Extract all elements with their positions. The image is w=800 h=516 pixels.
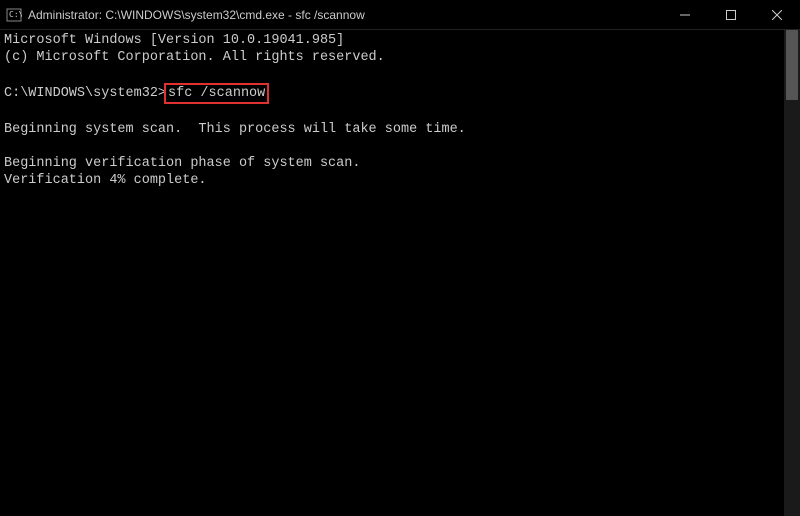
titlebar: C:\ Administrator: C:\WINDOWS\system32\c…	[0, 0, 800, 30]
command-highlight: sfc /scannow	[164, 83, 269, 104]
scrollbar-thumb[interactable]	[786, 30, 798, 100]
close-button[interactable]	[754, 0, 800, 29]
verification-progress-line: Verification 4% complete.	[4, 173, 207, 188]
window-title: Administrator: C:\WINDOWS\system32\cmd.e…	[28, 8, 662, 22]
terminal-content[interactable]: Microsoft Windows [Version 10.0.19041.98…	[0, 30, 784, 516]
scan-begin-line: Beginning system scan. This process will…	[4, 122, 466, 137]
prompt: C:\WINDOWS\system32>	[4, 86, 166, 101]
command-text: sfc /scannow	[168, 86, 265, 101]
svg-text:C:\: C:\	[9, 10, 22, 19]
cmd-icon: C:\	[6, 7, 22, 23]
verification-phase-line: Beginning verification phase of system s…	[4, 156, 360, 171]
copyright-line: (c) Microsoft Corporation. All rights re…	[4, 50, 385, 65]
version-line: Microsoft Windows [Version 10.0.19041.98…	[4, 33, 344, 48]
vertical-scrollbar[interactable]	[784, 30, 800, 516]
maximize-button[interactable]	[708, 0, 754, 29]
terminal-area: Microsoft Windows [Version 10.0.19041.98…	[0, 30, 800, 516]
minimize-button[interactable]	[662, 0, 708, 29]
window-controls	[662, 0, 800, 29]
